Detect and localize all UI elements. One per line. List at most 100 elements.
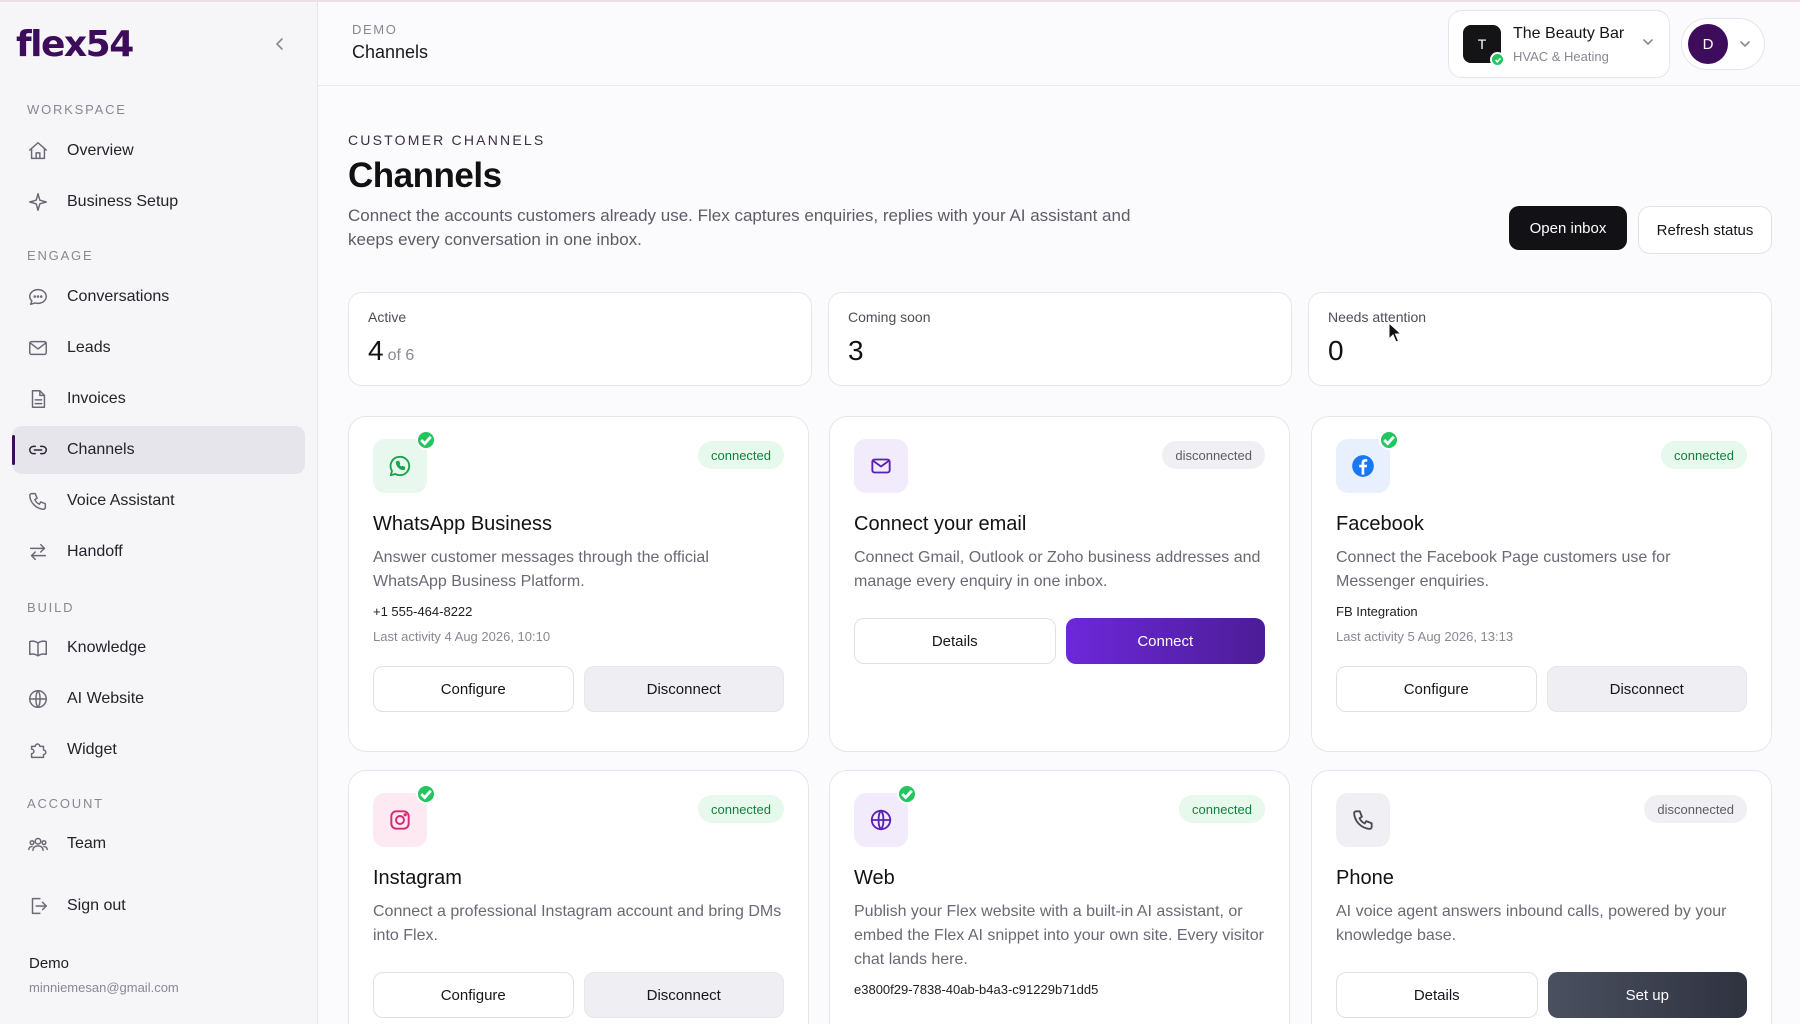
sidebar-item-label: Overview <box>67 142 134 159</box>
details-button[interactable]: Details <box>1336 972 1538 1018</box>
stat-value: 3 <box>848 335 1272 367</box>
sidebar-item-handoff[interactable]: Handoff <box>12 528 305 576</box>
sidebar-item-label: Knowledge <box>67 639 147 656</box>
sidebar-item-overview[interactable]: Overview <box>12 127 305 175</box>
set-up-button[interactable]: Set up <box>1547 972 1747 1018</box>
mail-icon <box>854 439 908 493</box>
sidebar-item-ai-website[interactable]: AI Website <box>12 675 305 723</box>
details-button[interactable]: Details <box>854 618 1056 664</box>
open-inbox-button[interactable]: Open inbox <box>1509 206 1627 250</box>
card-title: Connect your email <box>854 513 1027 535</box>
connected-check-icon <box>416 784 436 804</box>
status-badge: connected <box>1179 795 1265 823</box>
refresh-status-button[interactable]: Refresh status <box>1638 206 1772 254</box>
sidebar: flex54 WORKSPACE Overview Business Setup… <box>0 2 318 1024</box>
site-id: e3800f29-7838-40ab-b4a3-c91229b71dd5 <box>854 982 1099 997</box>
section-label-build: BUILD <box>27 600 75 615</box>
sidebar-item-invoices[interactable]: Invoices <box>12 375 305 423</box>
facebook-icon <box>1336 430 1399 493</box>
status-badge: connected <box>698 795 784 823</box>
last-activity: Last activity 5 Aug 2026, 13:13 <box>1336 629 1514 644</box>
users-icon <box>28 837 48 852</box>
main-area: DEMO Channels T The Beauty Bar HVAC & He… <box>318 2 1800 1024</box>
brand-logo[interactable]: flex54 <box>16 23 134 65</box>
breadcrumb-workspace: DEMO <box>352 22 398 37</box>
sign-out-button[interactable]: Sign out <box>12 882 305 930</box>
sidebar-item-label: Team <box>67 835 107 852</box>
link-icon <box>29 445 47 455</box>
collapse-sidebar-button[interactable] <box>268 32 292 56</box>
stat-value: 4 of 6 <box>368 335 792 367</box>
stat-label: Active <box>368 309 407 325</box>
last-activity: Last activity 4 Aug 2026, 10:10 <box>373 629 551 644</box>
stat-label: Coming soon <box>848 309 931 325</box>
sidebar-item-conversations[interactable]: Conversations <box>12 273 305 321</box>
phone-icon <box>1336 793 1390 847</box>
sidebar-item-widget[interactable]: Widget <box>12 726 305 774</box>
sidebar-item-business-setup[interactable]: Business Setup <box>12 178 305 226</box>
connect-button[interactable]: Connect <box>1065 618 1265 664</box>
sidebar-item-knowledge[interactable]: Knowledge <box>12 624 305 672</box>
status-badge: connected <box>1661 441 1747 469</box>
channel-card-phone: disconnected Phone AI voice agent answer… <box>1311 770 1772 1024</box>
card-description: Connect a professional Instagram account… <box>373 903 782 944</box>
page-eyebrow: CUSTOMER CHANNELS <box>348 132 546 148</box>
book-open-icon <box>29 640 47 657</box>
connected-check-icon <box>416 430 436 450</box>
channel-card-instagram: connected Instagram Connect a profession… <box>348 770 809 1024</box>
topbar: DEMO Channels T The Beauty Bar HVAC & He… <box>318 2 1800 86</box>
section-label-engage: ENGAGE <box>27 248 94 263</box>
stat-number: 0 <box>1328 335 1344 366</box>
disconnect-button[interactable]: Disconnect <box>583 666 784 712</box>
status-badge: disconnected <box>1162 441 1265 469</box>
card-description: Connect Gmail, Outlook or Zoho business … <box>854 549 1261 590</box>
avatar: D <box>1688 24 1728 64</box>
stat-active: Active 4 of 6 <box>348 292 812 386</box>
connected-check-icon <box>897 784 917 804</box>
sidebar-item-channels[interactable]: Channels <box>12 426 305 474</box>
card-title: Facebook <box>1336 513 1424 535</box>
workspace-avatar: T <box>1463 25 1505 67</box>
card-title: Instagram <box>373 867 462 889</box>
sidebar-item-team[interactable]: Team <box>12 820 305 868</box>
stat-needs-attention: Needs attention 0 <box>1308 292 1772 386</box>
phone-icon <box>29 492 47 510</box>
workspace-avatar-letter: T <box>1477 36 1487 52</box>
configure-button[interactable]: Configure <box>373 666 574 712</box>
arrows-swap-icon <box>29 543 47 561</box>
breadcrumb-title: Channels <box>352 42 429 62</box>
sidebar-item-voice-assistant[interactable]: Voice Assistant <box>12 477 305 525</box>
card-description: AI voice agent answers inbound calls, po… <box>1336 903 1727 944</box>
sidebar-item-label: Leads <box>67 339 111 356</box>
channel-card-email: disconnected Connect your email Connect … <box>829 416 1290 752</box>
configure-button[interactable]: Configure <box>1336 666 1537 712</box>
stat-number: 4 <box>368 335 384 366</box>
chevron-down-icon <box>1643 39 1653 46</box>
page-title: Channels <box>348 156 502 195</box>
workspace-switcher[interactable]: T The Beauty Bar HVAC & Heating <box>1448 10 1670 78</box>
document-icon <box>31 390 46 408</box>
home-icon <box>29 142 47 160</box>
chat-bubble-icon <box>29 288 47 306</box>
envelope-icon <box>29 340 47 356</box>
mouse-pointer-icon <box>1388 322 1402 343</box>
sidebar-item-label: Voice Assistant <box>67 492 175 509</box>
connected-check-icon <box>1379 430 1399 450</box>
profile-menu[interactable]: D <box>1681 18 1765 70</box>
phone-number: +1 555-464-8222 <box>373 604 473 619</box>
disconnect-button[interactable]: Disconnect <box>583 972 784 1018</box>
sidebar-item-label: Widget <box>67 741 117 758</box>
configure-button[interactable]: Configure <box>373 972 574 1018</box>
disconnect-button[interactable]: Disconnect <box>1546 666 1747 712</box>
brand-name: flex54 <box>16 23 134 65</box>
sidebar-item-label: AI Website <box>67 690 145 707</box>
page-description: Connect the accounts customers already u… <box>348 206 1131 249</box>
sidebar-item-leads[interactable]: Leads <box>12 324 305 372</box>
workspace-name: The Beauty Bar <box>1513 24 1625 42</box>
channel-card-whatsapp: connected WhatsApp Business Answer custo… <box>348 416 809 752</box>
user-name: Demo <box>29 955 70 972</box>
card-description: Answer customer messages through the off… <box>373 549 709 590</box>
card-title: Web <box>854 867 895 889</box>
sign-out-label: Sign out <box>67 897 126 914</box>
user-email: minniemesan@gmail.com <box>29 980 179 995</box>
